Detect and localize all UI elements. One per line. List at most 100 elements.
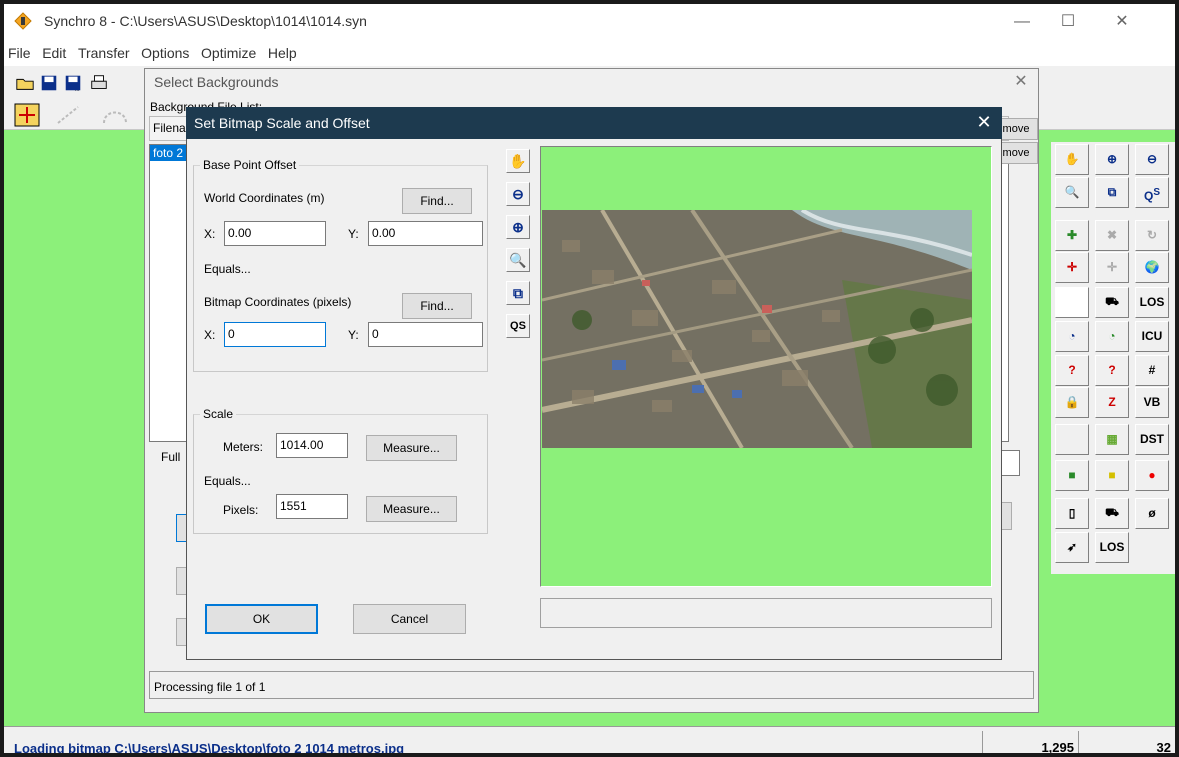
delete-link-icon[interactable]: ✛ [1095,252,1129,283]
preview-status-field [540,598,992,628]
pixels-field[interactable]: 1551 [276,494,348,519]
dialog-close-icon[interactable]: ✕ [972,110,996,134]
equals-scale-label: Equals... [204,474,251,488]
vehicle-timer-icon[interactable]: ⛟ [1095,498,1129,529]
vehicle-icon[interactable]: ⛟ [1095,287,1129,318]
menu-options[interactable]: Options [137,40,193,61]
bitmap-x-label: X: [204,328,216,342]
find-bitmap-button[interactable]: Find... [402,293,472,319]
zoom-scale-icon[interactable]: QS [1135,177,1169,208]
los-button-2[interactable]: LOS [1095,532,1129,563]
base-point-offset-label: Base Point Offset [200,158,300,172]
move-node-icon[interactable]: ↻ [1135,220,1169,251]
equals-label: Equals... [204,262,251,276]
bitmap-scale-dialog-titlebar: Set Bitmap Scale and Offset ✕ [186,107,1002,139]
flow-arrows-icon[interactable]: ➶ [1055,532,1089,563]
zoom-in-icon[interactable]: ⊕ [1095,144,1129,175]
signal-map-icon[interactable]: ▦ [1095,424,1129,455]
bitmap-y-field[interactable]: 0 [368,322,483,347]
question-green-icon[interactable]: ? [1095,355,1129,386]
zoom-scale-icon[interactable]: QS [506,314,530,338]
file-list-item[interactable]: foto 2 [150,145,190,161]
database-icon[interactable]: ▯ [1055,498,1089,529]
select-backgrounds-close-icon[interactable]: ✕ [1009,70,1033,94]
draw-links-icon[interactable] [54,103,82,127]
globe-icon[interactable]: 🌍 [1135,252,1169,283]
blank-tool[interactable] [1055,287,1089,318]
minimize-button[interactable]: — [999,8,1045,36]
window-title: Synchro 8 - C:\Users\ASUS\Desktop\1014\1… [44,13,367,29]
pan-hand-icon[interactable]: ✋ [1055,144,1089,175]
open-folder-icon[interactable] [14,72,36,94]
print-icon[interactable] [88,72,110,94]
dst-button[interactable]: DST [1135,424,1169,455]
delete-node-icon[interactable]: ✖ [1095,220,1129,251]
aerial-photo-image [542,210,972,448]
zoom-window-icon[interactable]: ⧉ [506,281,530,305]
measure-pixels-button[interactable]: Measure... [366,496,457,522]
blank-tool-2[interactable] [1055,424,1089,455]
scale-label: Scale [200,407,237,421]
menu-help[interactable]: Help [264,40,301,61]
column-filename[interactable]: Filena [153,121,186,135]
menu-optimize[interactable]: Optimize [197,40,260,61]
pixels-label: Pixels: [223,503,259,517]
processing-status: Processing file 1 of 1 [149,671,1034,699]
close-button[interactable]: ✕ [1099,8,1145,36]
bitmap-y-label: Y: [348,328,359,342]
ok-button[interactable]: OK [205,604,318,634]
world-x-label: X: [204,227,216,241]
status-coordinate: 1,295 [982,731,1078,753]
signal-yellow-icon[interactable]: ■ [1095,460,1129,491]
maximize-button[interactable]: ☐ [1045,8,1091,36]
full-path-field-edge[interactable] [1000,450,1020,476]
tool-palette: ✋ ⊕ ⊖ 🔍 ⧉ QS ✚ ✖ ↻ ✛ ✛ 🌍 ⛟ LOS ◔ ◔ ICU ?… [1051,142,1175,574]
status-message: Loading bitmap C:\Users\ASUS\Desktop\fot… [14,741,405,756]
world-x-field[interactable]: 0.00 [224,221,326,246]
status-value: 32 [1078,731,1175,753]
los-button[interactable]: LOS [1135,287,1169,318]
bitmap-coordinates-label: Bitmap Coordinates (pixels) [204,295,352,309]
pie-chart-icon[interactable]: ● [1135,460,1169,491]
world-coordinates-label: World Coordinates (m) [204,191,325,205]
save-icon[interactable] [38,72,60,94]
lock-icon[interactable]: 🔒 [1055,387,1089,418]
timer-blue-icon[interactable]: ◔ [1055,321,1089,352]
menu-bar: File Edit Transfer Options Optimize Help [4,40,1175,66]
meters-label: Meters: [223,440,264,454]
signal-green-icon[interactable]: ■ [1055,460,1089,491]
hash-icon[interactable]: # [1135,355,1169,386]
find-world-button[interactable]: Find... [402,188,472,214]
save-as-icon[interactable]: ... [62,72,84,94]
map-view-icon[interactable] [14,103,40,127]
zoom-all-icon[interactable]: 🔍 [1055,177,1089,208]
vb-button[interactable]: VB [1135,387,1169,418]
sort-z-icon[interactable]: Z [1095,387,1129,418]
measure-meters-button[interactable]: Measure... [366,435,457,461]
zoom-window-icon[interactable]: ⧉ [1095,177,1129,208]
menu-file[interactable]: File [4,40,35,61]
bitmap-x-field[interactable]: 0 [224,322,326,347]
cancel-button[interactable]: Cancel [353,604,466,634]
zoom-all-icon[interactable]: 🔍 [506,248,530,272]
timer-green-icon[interactable]: ◔ [1095,321,1129,352]
add-node-icon[interactable]: ✚ [1055,220,1089,251]
menu-edit[interactable]: Edit [38,40,70,61]
icu-button[interactable]: ICU [1135,321,1169,352]
question-red-icon[interactable]: ? [1055,355,1089,386]
curved-link-icon[interactable] [98,103,132,127]
pan-hand-icon[interactable]: ✋ [506,149,530,173]
zoom-out-icon[interactable]: ⊖ [506,182,530,206]
menu-transfer[interactable]: Transfer [74,40,134,61]
zoom-out-icon[interactable]: ⊖ [1135,144,1169,175]
title-bar: Synchro 8 - C:\Users\ASUS\Desktop\1014\1… [4,4,1175,40]
add-link-icon[interactable]: ✛ [1055,252,1089,283]
app-window: Synchro 8 - C:\Users\ASUS\Desktop\1014\1… [0,0,1179,757]
svg-text:...: ... [75,87,80,93]
phi-button[interactable]: ø [1135,498,1169,529]
meters-field[interactable]: 1014.00 [276,433,348,458]
world-y-field[interactable]: 0.00 [368,221,483,246]
select-backgrounds-title: Select Backgrounds [154,74,279,90]
bitmap-scale-dialog-title: Set Bitmap Scale and Offset [194,115,370,131]
zoom-in-icon[interactable]: ⊕ [506,215,530,239]
